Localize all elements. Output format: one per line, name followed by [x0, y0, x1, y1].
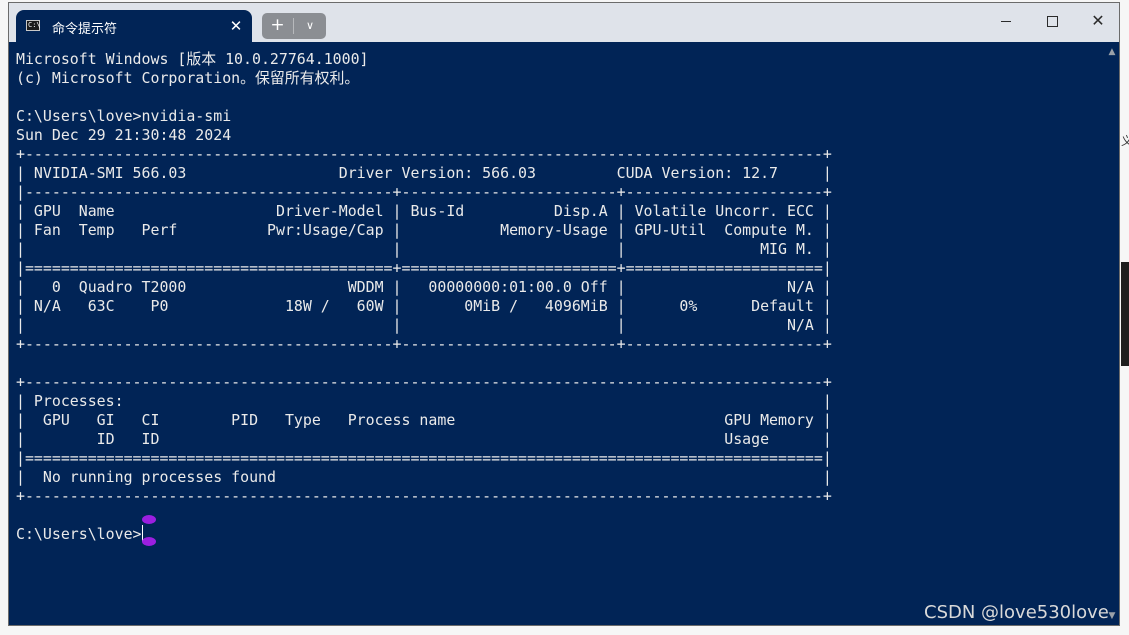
watermark: CSDN @love530love: [924, 602, 1109, 623]
console-line: | GPU GI CI PID Type Process name GPU Me…: [16, 411, 832, 429]
minimize-button[interactable]: [983, 3, 1029, 39]
console-line: +---------------------------------------…: [16, 373, 832, 391]
console-line: Sun Dec 29 21:30:48 2024: [16, 126, 232, 144]
prompt-text: C:\Users\love>: [16, 525, 142, 543]
command-prompt-line[interactable]: C:\Users\love>: [16, 515, 1106, 546]
console-line: |=======================================…: [16, 449, 832, 467]
console-line: |---------------------------------------…: [16, 183, 832, 201]
screen: C:\ 命令提示符 ✕ + ∨ ✕ Microsoft Windows [版本 …: [0, 0, 1129, 635]
close-window-button[interactable]: ✕: [1075, 3, 1121, 39]
console-line: |=======================================…: [16, 259, 832, 277]
console-line: | | | N/A |: [16, 316, 832, 334]
console-line: | No running processes found |: [16, 468, 832, 486]
vertical-scrollbar[interactable]: ▲ ▼: [1106, 43, 1118, 625]
console-line: | NVIDIA-SMI 566.03 Driver Version: 566.…: [16, 164, 832, 182]
scroll-up-icon[interactable]: ▲: [1107, 47, 1117, 57]
console-line: | 0 Quadro T2000 WDDM | 00000000:01:00.0…: [16, 278, 832, 296]
console-line: | | | MIG M. |: [16, 240, 832, 258]
console-line: +---------------------------------------…: [16, 487, 832, 505]
selection-handle-top-icon[interactable]: [142, 515, 156, 524]
tab-cmd[interactable]: C:\ 命令提示符 ✕: [16, 10, 252, 42]
console-line: | Fan Temp Perf Pwr:Usage/Cap | Memory-U…: [16, 221, 832, 239]
console-line: | ID ID Usage |: [16, 430, 832, 448]
background-edge-panel: [1121, 262, 1129, 366]
selection-handle-bottom-icon[interactable]: [142, 537, 156, 546]
title-bar[interactable]: C:\ 命令提示符 ✕ + ∨ ✕: [9, 3, 1119, 42]
tab-actions: + ∨: [262, 13, 326, 39]
console-output[interactable]: Microsoft Windows [版本 10.0.27764.1000] (c…: [16, 50, 1106, 620]
console-line: Microsoft Windows [版本 10.0.27764.1000]: [16, 50, 369, 68]
terminal-window: C:\ 命令提示符 ✕ + ∨ ✕ Microsoft Windows [版本 …: [8, 2, 1120, 626]
console-line: | Processes: |: [16, 392, 832, 410]
console-line: +---------------------------------------…: [16, 145, 832, 163]
console-line: | N/A 63C P0 18W / 60W | 0MiB / 4096MiB …: [16, 297, 832, 315]
new-tab-button[interactable]: +: [262, 13, 293, 39]
console-line: | GPU Name Driver-Model | Bus-Id Disp.A …: [16, 202, 832, 220]
console-line: C:\Users\love>nvidia-smi: [16, 107, 232, 125]
tab-title: 命令提示符: [52, 22, 118, 37]
console-line: +---------------------------------------…: [16, 335, 832, 353]
maximize-button[interactable]: [1029, 3, 1075, 39]
background-edge-text: 义: [1121, 134, 1129, 148]
tab-dropdown-button[interactable]: ∨: [294, 13, 326, 39]
minimize-icon: [1001, 20, 1011, 22]
maximize-icon: [1046, 15, 1058, 27]
tab-close-button[interactable]: ✕: [224, 14, 248, 38]
cmd-icon: C:\: [26, 20, 41, 31]
console-line: (c) Microsoft Corporation。保留所有权利。: [16, 69, 360, 87]
